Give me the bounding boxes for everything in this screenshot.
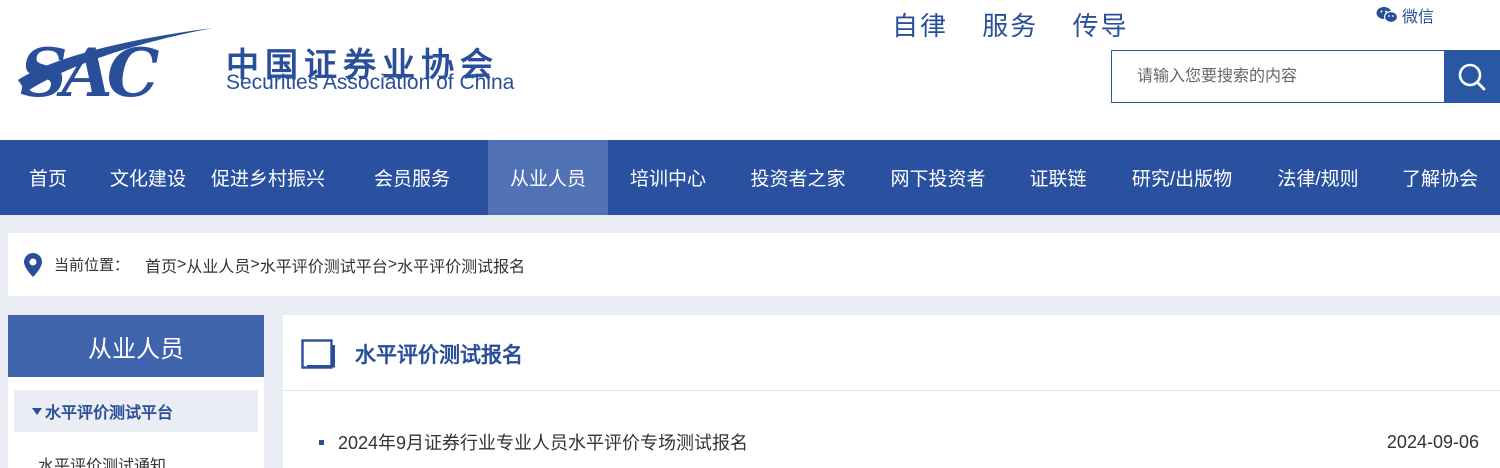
wechat-icon bbox=[1376, 7, 1398, 24]
site-header: SAC 中国证券业协会 Securities Association of Ch… bbox=[0, 0, 1500, 140]
nav-item-laws-rules[interactable]: 法律/规则 bbox=[1256, 140, 1380, 215]
logo-english-name: Securities Association of China bbox=[226, 71, 515, 94]
bullet-icon bbox=[319, 439, 324, 445]
nav-item-chain[interactable]: 证联链 bbox=[1008, 140, 1108, 215]
nav-item-research[interactable]: 研究/出版物 bbox=[1108, 140, 1256, 215]
list-item-date: 2024-09-06 bbox=[1386, 431, 1479, 452]
sidebar-group-label: 水平评价测试平台 bbox=[45, 405, 174, 422]
sidebar: 从业人员 水平评价测试平台 水平评价测试通知 bbox=[8, 315, 264, 468]
breadcrumb-separator: > bbox=[387, 255, 398, 273]
list-item[interactable]: 2024年9月证券行业专业人员水平评价专场测试报名 2024-09-06 bbox=[319, 429, 1479, 455]
caret-down-icon bbox=[32, 407, 42, 415]
search-input[interactable] bbox=[1111, 50, 1444, 103]
search-icon bbox=[1458, 63, 1486, 90]
breadcrumb-item-home[interactable]: 首页 bbox=[145, 253, 177, 277]
sidebar-group-evaluation-platform[interactable]: 水平评价测试平台 bbox=[14, 390, 258, 432]
section-header: 水平评价测试报名 bbox=[283, 315, 1500, 391]
breadcrumb-item-practitioners[interactable]: 从业人员 bbox=[186, 253, 250, 277]
document-icon bbox=[301, 339, 335, 369]
breadcrumb: 当前位置： 首页 > 从业人员 > 水平评价测试平台 > 水平评价测试报名 bbox=[8, 233, 1500, 296]
nav-item-home[interactable]: 首页 bbox=[0, 140, 96, 215]
location-pin-icon bbox=[24, 252, 42, 277]
nav-item-culture[interactable]: 文化建设 bbox=[96, 140, 200, 215]
nav-item-about[interactable]: 了解协会 bbox=[1380, 140, 1500, 215]
breadcrumb-separator: > bbox=[250, 255, 260, 273]
site-logo[interactable]: SAC 中国证券业协会 Securities Association of Ch… bbox=[8, 20, 588, 110]
logo-mark-text: SAC bbox=[20, 34, 159, 105]
wechat-link[interactable]: 微信 bbox=[1376, 3, 1434, 27]
site-slogan: 自律 服务 传导 bbox=[892, 12, 1129, 42]
breadcrumb-label: 当前位置： bbox=[54, 257, 130, 274]
nav-item-member-services[interactable]: 会员服务 bbox=[336, 140, 488, 215]
list-item-title[interactable]: 2024年9月证券行业专业人员水平评价专场测试报名 bbox=[338, 429, 1387, 455]
nav-item-rural-revitalization[interactable]: 促进乡村振兴 bbox=[200, 140, 336, 215]
nav-item-investor-home[interactable]: 投资者之家 bbox=[728, 140, 868, 215]
breadcrumb-separator: > bbox=[177, 255, 187, 273]
wechat-label: 微信 bbox=[1402, 9, 1435, 26]
breadcrumb-item-current[interactable]: 水平评价测试报名 bbox=[397, 253, 525, 277]
nav-item-training-center[interactable]: 培训中心 bbox=[608, 140, 728, 215]
nav-item-practitioners[interactable]: 从业人员 bbox=[488, 140, 608, 215]
page-title: 水平评价测试报名 bbox=[355, 344, 523, 367]
sidebar-item-evaluation-notice[interactable]: 水平评价测试通知 bbox=[38, 452, 166, 468]
sidebar-title: 从业人员 bbox=[8, 315, 264, 377]
search-box bbox=[1111, 50, 1500, 103]
main-nav: 首页 文化建设 促进乡村振兴 会员服务 从业人员 培训中心 投资者之家 网下投资… bbox=[0, 140, 1500, 215]
breadcrumb-item-evaluation-platform[interactable]: 水平评价测试平台 bbox=[260, 253, 388, 277]
nav-item-offline-investors[interactable]: 网下投资者 bbox=[868, 140, 1008, 215]
sac-logo-mark: SAC bbox=[18, 28, 213, 105]
search-button[interactable] bbox=[1444, 50, 1500, 103]
main-content: 水平评价测试报名 2024年9月证券行业专业人员水平评价专场测试报名 2024-… bbox=[283, 315, 1500, 468]
